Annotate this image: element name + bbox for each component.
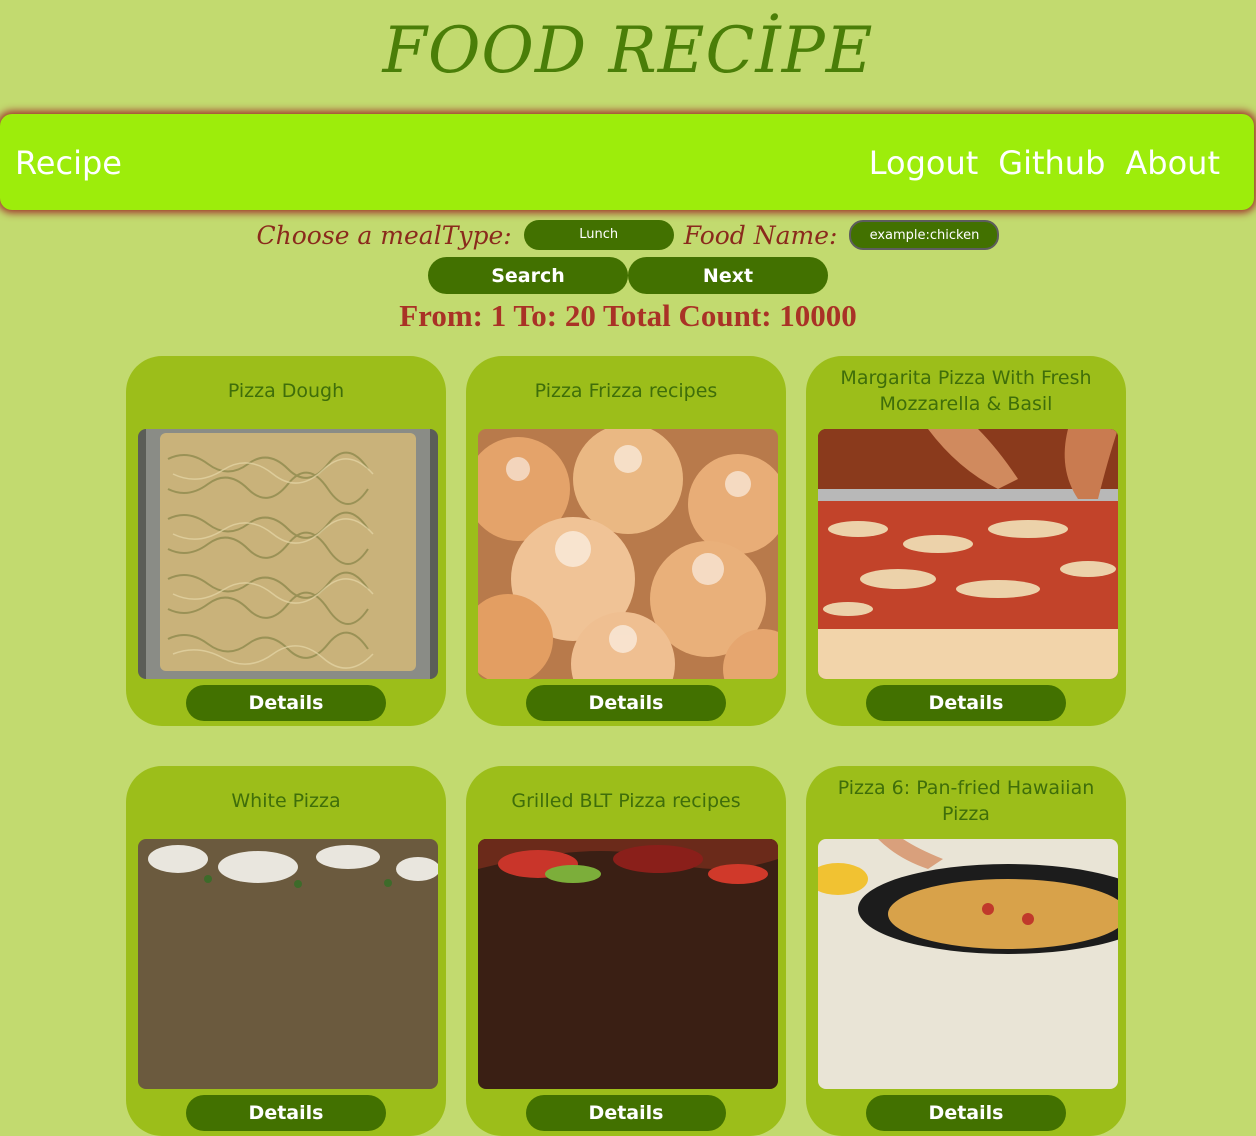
results-summary: From: 1 To: 20 Total Count: 10000 (399, 298, 857, 333)
recipe-card: Pizza Dough Details (126, 356, 446, 726)
recipe-card: Grilled BLT Pizza recipes Details (466, 766, 786, 1136)
details-button[interactable]: Details (866, 685, 1066, 721)
recipe-image[interactable] (818, 839, 1118, 1089)
recipe-image[interactable] (478, 839, 778, 1089)
recipe-title: Margarita Pizza With Fresh Mozzarella & … (840, 367, 1092, 415)
details-button[interactable]: Details (866, 1095, 1066, 1131)
navbar: Recipe Logout Github About (0, 114, 1254, 210)
search-button[interactable]: Search (428, 257, 628, 294)
nav-link-logout[interactable]: Logout (869, 144, 979, 182)
recipe-image[interactable] (478, 429, 778, 679)
nav-link-github[interactable]: Github (998, 144, 1105, 182)
recipe-card: Margarita Pizza With Fresh Mozzarella & … (806, 356, 1126, 726)
recipe-title: Grilled BLT Pizza recipes (511, 790, 741, 812)
search-form: Choose a mealType: Lunch Food Name: (0, 217, 1256, 253)
recipe-title: Pizza Dough (227, 380, 345, 402)
recipe-title: Pizza 6: Pan-fried Hawaiian Pizza (837, 777, 1095, 825)
recipe-card: Pizza 6: Pan-fried Hawaiian Pizza Detail… (806, 766, 1126, 1136)
action-buttons: Search Next (0, 257, 1256, 294)
food-name-label: Food Name: (683, 220, 838, 250)
next-button[interactable]: Next (628, 257, 828, 294)
details-button[interactable]: Details (526, 685, 726, 721)
details-button[interactable]: Details (186, 685, 386, 721)
recipe-image[interactable] (818, 429, 1118, 679)
recipe-title: Pizza Frizza recipes (534, 380, 718, 402)
recipe-image[interactable] (138, 429, 438, 679)
site-title: FOOD RECİPE (382, 14, 874, 88)
recipe-card: White Pizza Details (126, 766, 446, 1136)
details-button[interactable]: Details (526, 1095, 726, 1131)
recipe-card: Pizza Frizza recipes Details (466, 356, 786, 726)
food-name-input[interactable] (849, 220, 1000, 250)
nav-brand-recipe[interactable]: Recipe (15, 144, 122, 182)
meal-type-select[interactable]: Lunch (523, 220, 674, 250)
details-button[interactable]: Details (186, 1095, 386, 1131)
recipe-image[interactable] (138, 839, 438, 1089)
recipe-title: White Pizza (231, 790, 341, 812)
nav-links: Logout Github About (869, 144, 1220, 182)
nav-link-about[interactable]: About (1125, 144, 1220, 182)
meal-type-label: Choose a mealType: (256, 220, 512, 250)
